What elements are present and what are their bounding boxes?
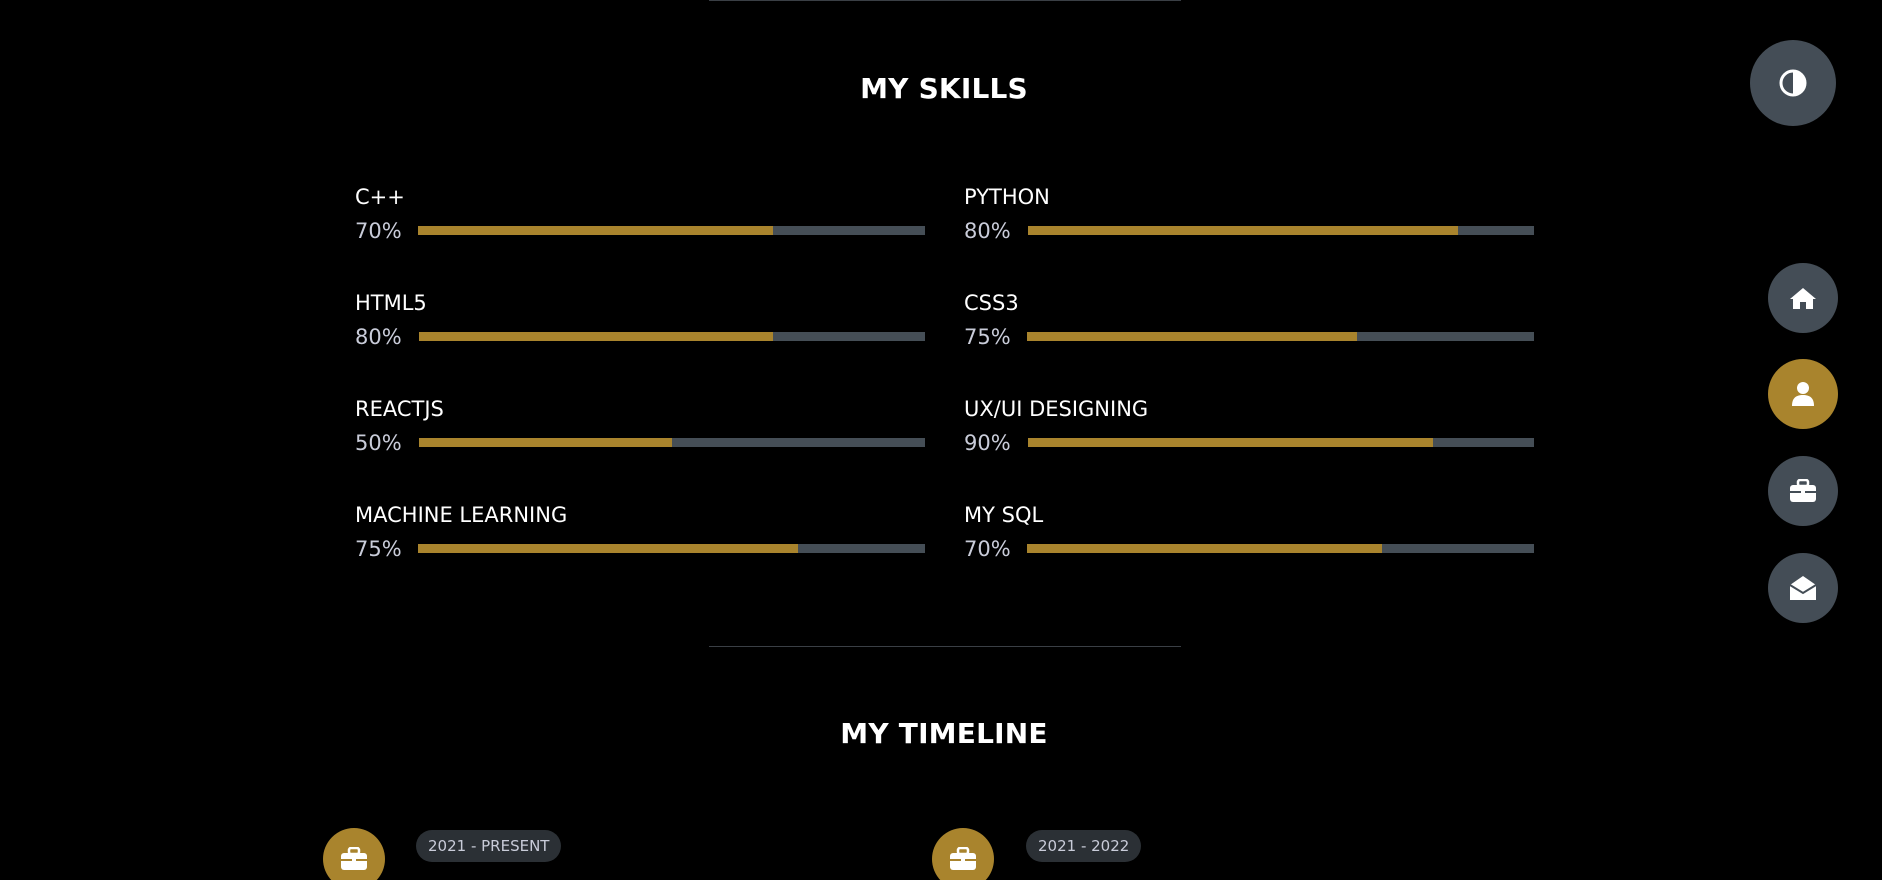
skill-name: MACHINE LEARNING [355, 503, 568, 527]
skill-progress-track [418, 226, 925, 235]
skill-percent: 75% [355, 537, 402, 561]
skill-item-html5: HTML5 80% [355, 291, 925, 361]
skill-progress-track [1028, 438, 1534, 447]
skill-progress-fill [418, 544, 799, 553]
skill-percent: 75% [964, 325, 1011, 349]
briefcase-icon [950, 847, 976, 870]
skill-item-machine-learning: MACHINE LEARNING 75% [355, 503, 925, 573]
skill-name: CSS3 [964, 291, 1019, 315]
envelope-open-icon [1789, 576, 1817, 600]
timeline-title: MY TIMELINE [840, 717, 1048, 750]
skill-percent: 90% [964, 431, 1011, 455]
timeline-date-badge: 2021 - 2022 [1026, 830, 1142, 862]
skill-progress-track [1027, 332, 1534, 341]
skill-progress-fill [418, 226, 773, 235]
section-divider [709, 0, 1181, 1]
skill-item-css3: CSS3 75% [964, 291, 1534, 361]
skill-progress-track [418, 544, 925, 553]
skill-progress-fill [1027, 544, 1382, 553]
skill-percent: 80% [355, 325, 402, 349]
nav-contact-button[interactable] [1768, 553, 1838, 623]
skill-progress-track [1028, 226, 1534, 235]
skill-progress-fill [1027, 332, 1357, 341]
skill-name: MY SQL [964, 503, 1044, 527]
skill-percent: 80% [964, 219, 1011, 243]
briefcase-icon [1790, 479, 1816, 502]
user-icon [1792, 382, 1814, 406]
skill-name: UX/UI DESIGNING [964, 397, 1149, 421]
skill-item-reactjs: REACTJS 50% [355, 397, 925, 467]
section-divider [709, 646, 1181, 647]
skill-progress-fill [1028, 226, 1459, 235]
skill-progress-fill [419, 438, 672, 447]
skill-progress-fill [1028, 438, 1433, 447]
skill-name: REACTJS [355, 397, 444, 421]
timeline-date-badge: 2021 - PRESENT [416, 830, 562, 862]
skill-item-cpp: C++ 70% [355, 185, 925, 255]
skill-percent: 70% [355, 219, 402, 243]
skill-percent: 50% [355, 431, 402, 455]
page: MY SKILLS C++ 70% PYTHON 80% HTML5 80% C… [0, 0, 1882, 880]
skill-name: PYTHON [964, 185, 1050, 209]
skills-title: MY SKILLS [860, 72, 1028, 105]
skill-progress-fill [419, 332, 774, 341]
skill-progress-track [419, 332, 925, 341]
timeline-icon [323, 828, 385, 880]
skill-item-python: PYTHON 80% [964, 185, 1534, 255]
timeline-icon [932, 828, 994, 880]
nav-home-button[interactable] [1768, 263, 1838, 333]
skill-progress-track [1027, 544, 1534, 553]
skill-item-my-sql: MY SQL 70% [964, 503, 1534, 573]
skill-name: C++ [355, 185, 405, 209]
nav-portfolio-button[interactable] [1768, 456, 1838, 526]
home-icon [1790, 288, 1816, 309]
briefcase-icon [341, 847, 367, 870]
contrast-icon [1779, 69, 1807, 97]
skill-item-ux-ui-designing: UX/UI DESIGNING 90% [964, 397, 1534, 467]
nav-about-button[interactable] [1768, 359, 1838, 429]
skill-name: HTML5 [355, 291, 427, 315]
skill-percent: 70% [964, 537, 1011, 561]
theme-toggle-button[interactable] [1750, 40, 1836, 126]
skill-progress-track [419, 438, 925, 447]
